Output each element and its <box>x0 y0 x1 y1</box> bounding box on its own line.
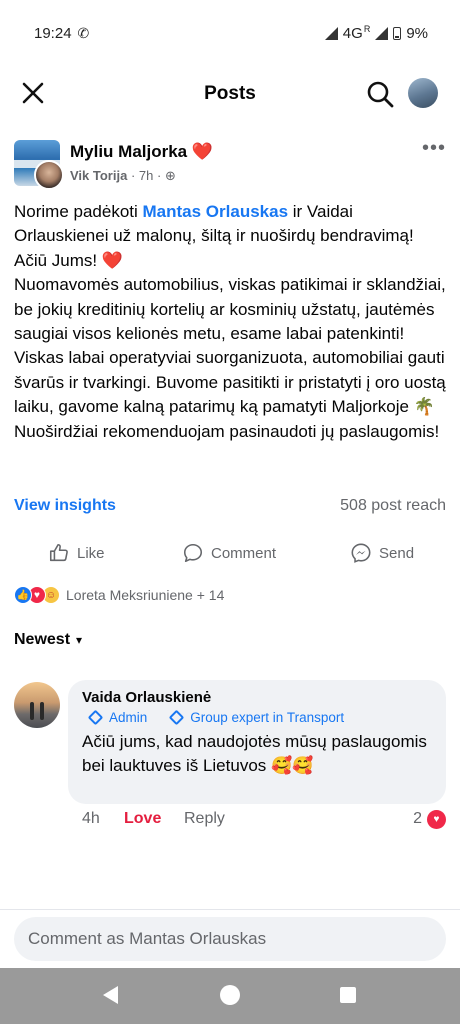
chevron-down-icon: ▾ <box>76 633 83 647</box>
top-bar: Posts <box>0 66 460 122</box>
commenter-avatar[interactable] <box>14 682 60 728</box>
sort-label: Newest <box>14 631 71 648</box>
heart-icon: ♥ <box>427 810 446 829</box>
network-label: 4G <box>342 24 363 42</box>
battery-icon <box>393 26 402 40</box>
home-icon[interactable] <box>220 985 240 1005</box>
post-reach: 508 post reach <box>340 497 446 514</box>
comment-love-button[interactable]: Love <box>124 810 161 828</box>
post-time[interactable]: 7h <box>139 168 153 183</box>
like-label: Like <box>77 544 105 562</box>
back-icon[interactable] <box>103 986 118 1004</box>
status-bar: 19:24 ✆ 4G R 9% <box>0 0 460 66</box>
send-label: Send <box>379 544 415 562</box>
expert-badge-icon <box>168 709 185 726</box>
profile-avatar[interactable] <box>408 78 438 108</box>
roaming-label: R <box>363 24 371 34</box>
comment-sort-dropdown[interactable]: Newest ▾ <box>14 631 82 649</box>
like-reaction-icon: 👍 <box>14 586 32 604</box>
comment-icon <box>183 543 203 563</box>
reactions-names: Loreta Meksriuniene + 14 <box>66 587 225 603</box>
missed-call-icon: ✆ <box>77 24 90 41</box>
post-text: Norime padėkoti Mantas Orlauskas ir Vaid… <box>14 200 450 444</box>
close-icon[interactable] <box>20 80 46 106</box>
comment-label: Comment <box>211 544 277 562</box>
post-meta: Vik Torija · 7h · ⊕ <box>70 168 176 184</box>
messenger-icon <box>351 543 371 563</box>
admin-badge-icon <box>87 709 104 726</box>
comment-actions: 4h Love Reply 2 ♥ <box>82 810 446 832</box>
reactions-summary[interactable]: 👍 ♥ ☺ Loreta Meksriuniene + 14 <box>14 584 224 606</box>
group-name-text: Myliu Maljorka <box>70 142 188 161</box>
status-indicators: 4G R 9% <box>324 24 428 42</box>
signal-icon-2 <box>375 26 389 40</box>
recents-icon[interactable] <box>340 987 356 1003</box>
group-name[interactable]: Myliu Maljorka ❤️ <box>70 142 213 162</box>
post-actions: Like Comment Send <box>0 538 460 568</box>
insights-row: View insights 508 post reach <box>14 497 446 519</box>
search-icon[interactable] <box>366 80 394 108</box>
battery-level: 9% <box>406 24 428 42</box>
status-time: 19:24 <box>34 24 72 42</box>
mention-link[interactable]: Mantas Orlauskas <box>143 202 289 221</box>
commenter-badges: Admin Group expert in Transport <box>87 709 344 726</box>
expert-badge[interactable]: Group expert in Transport <box>190 710 344 725</box>
comment-text: Ačiū jums, kad naudojotės mūsų paslaugom… <box>82 732 427 775</box>
comment-bubble: Vaida Orlauskienė Admin Group expert in … <box>68 680 446 804</box>
comment-input[interactable]: Comment as Mantas Orlauskas <box>14 917 446 961</box>
admin-badge[interactable]: Admin <box>109 710 147 725</box>
thumbs-up-icon <box>49 543 68 562</box>
meta-separator: · <box>130 168 139 183</box>
heart-emoji: ❤️ <box>191 142 214 161</box>
comment-reaction-count[interactable]: 2 <box>413 810 422 828</box>
system-nav-bar <box>0 968 460 1024</box>
more-options-icon[interactable]: ••• <box>422 138 446 158</box>
comment-button[interactable]: Comment <box>182 538 276 568</box>
author-name[interactable]: Vik Torija <box>70 168 127 183</box>
post-text-start: Norime padėkoti <box>14 202 143 221</box>
signal-icon <box>324 26 338 40</box>
post-header: Myliu Maljorka ❤️ Vik Torija · 7h · ⊕ ••… <box>14 138 446 190</box>
post-text-rest: ir Vaidai Orlauskienei už malonų, šiltą … <box>14 202 446 441</box>
comment-time[interactable]: 4h <box>82 810 100 828</box>
meta-separator-2: · <box>157 168 165 183</box>
comment-reply-button[interactable]: Reply <box>184 810 225 828</box>
commenter-name[interactable]: Vaida Orlauskienė <box>82 689 211 706</box>
divider <box>0 909 460 910</box>
globe-icon: ⊕ <box>164 168 176 183</box>
author-avatar[interactable] <box>34 160 64 190</box>
send-button[interactable]: Send <box>350 538 414 568</box>
view-insights-link[interactable]: View insights <box>14 497 116 515</box>
like-button[interactable]: Like <box>48 538 105 568</box>
